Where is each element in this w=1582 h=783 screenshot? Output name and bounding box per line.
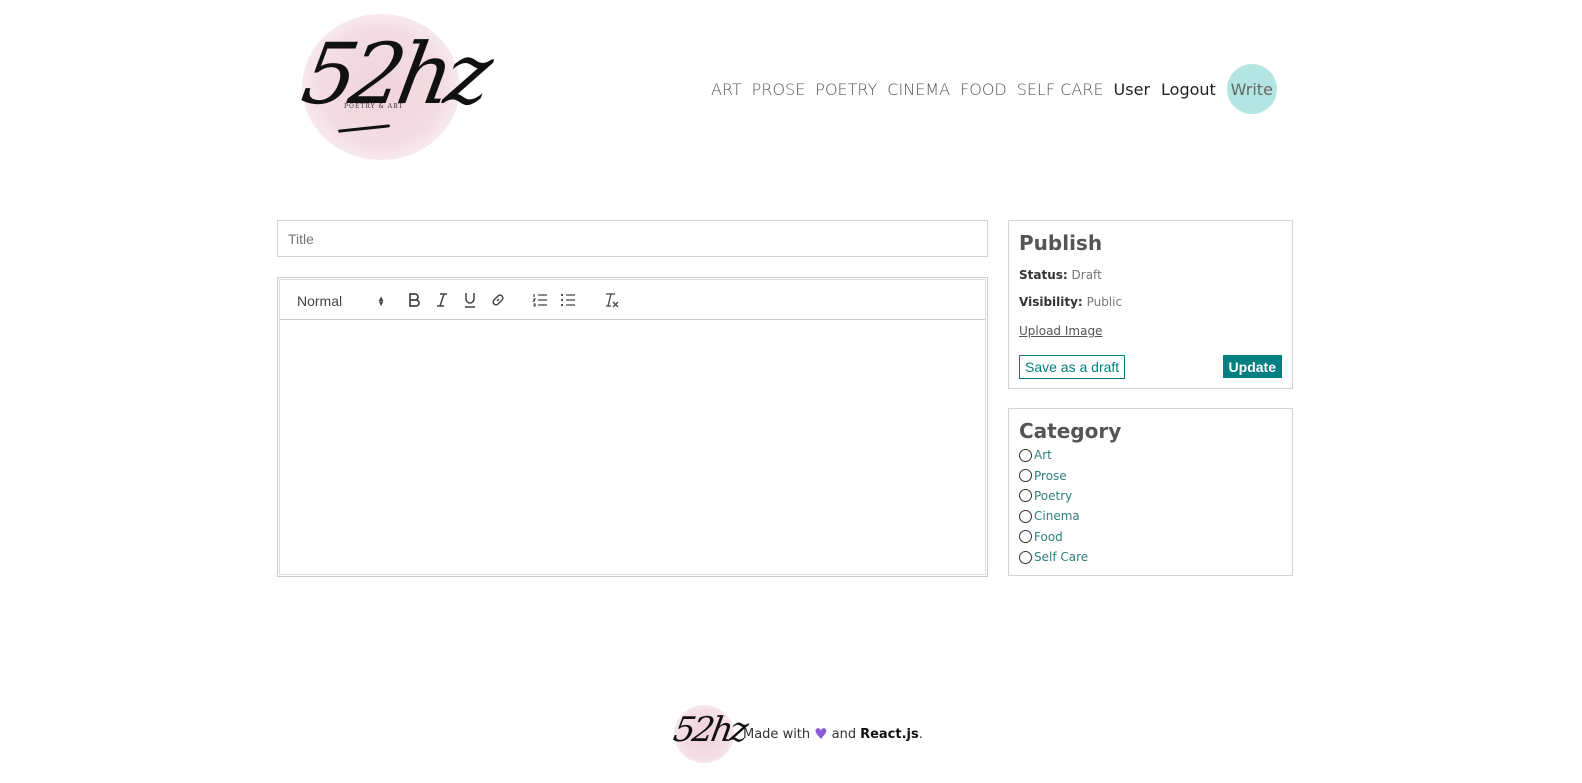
category-option-poetry[interactable]: Poetry bbox=[1019, 486, 1282, 506]
status-value: Draft bbox=[1071, 268, 1102, 282]
nav-item-poetry[interactable]: POETRY bbox=[815, 80, 877, 99]
clear-format-icon bbox=[606, 293, 619, 308]
nav-logout-link[interactable]: Logout bbox=[1161, 80, 1216, 99]
save-draft-button[interactable]: Save as a draft bbox=[1019, 355, 1126, 379]
category-radio[interactable] bbox=[1019, 550, 1032, 564]
category-panel: Category Art Prose Poetry Cinema Food Se… bbox=[1008, 408, 1293, 576]
status-label: Status: bbox=[1019, 268, 1068, 282]
underline-icon bbox=[465, 293, 475, 308]
visibility-label: Visibility: bbox=[1019, 295, 1083, 309]
bullet-list-button[interactable] bbox=[558, 290, 578, 310]
editor-content-area[interactable] bbox=[280, 321, 985, 574]
editor-toolbar: Normal ▲ ▼ bbox=[280, 280, 985, 320]
italic-button[interactable] bbox=[432, 290, 452, 310]
visibility-row: Visibility: Public bbox=[1019, 295, 1282, 309]
editor-frame: Normal ▲ ▼ bbox=[279, 279, 986, 575]
category-option-art[interactable]: Art bbox=[1019, 445, 1282, 465]
bullet-list-icon bbox=[560, 293, 575, 307]
site-footer: 52hz Made with ♥ and React.js. bbox=[670, 703, 923, 765]
rich-text-editor: Normal ▲ ▼ bbox=[277, 277, 988, 577]
category-radio[interactable] bbox=[1019, 489, 1032, 503]
heading-format-select[interactable]: Normal ▲ ▼ bbox=[297, 291, 385, 311]
bold-button[interactable] bbox=[404, 290, 424, 310]
clear-format-button[interactable] bbox=[601, 290, 621, 310]
category-option-label: Cinema bbox=[1034, 509, 1080, 524]
link-icon bbox=[492, 294, 504, 306]
nav-item-self-care[interactable]: SELF CARE bbox=[1017, 80, 1104, 99]
visibility-value: Public bbox=[1086, 295, 1123, 309]
title-input[interactable] bbox=[277, 220, 988, 257]
category-option-label: Self Care bbox=[1034, 550, 1089, 565]
heart-icon: ♥ bbox=[814, 725, 828, 743]
ordered-list-icon bbox=[532, 294, 547, 307]
category-option-label: Poetry bbox=[1034, 488, 1073, 503]
footer-logo: 52hz bbox=[670, 703, 749, 765]
footer-logo-mark: 52hz bbox=[670, 710, 749, 750]
footer-react: React.js bbox=[860, 726, 919, 742]
underline-button[interactable] bbox=[460, 290, 480, 310]
footer-period: . bbox=[918, 726, 923, 742]
category-option-cinema[interactable]: Cinema bbox=[1019, 506, 1282, 526]
top-nav: ART PROSE POETRY CINEMA FOOD SELF CARE U… bbox=[711, 64, 1277, 114]
bold-icon bbox=[409, 293, 420, 307]
nav-item-cinema[interactable]: CINEMA bbox=[887, 80, 950, 99]
category-option-label: Art bbox=[1034, 448, 1052, 463]
category-radio[interactable] bbox=[1019, 530, 1032, 544]
category-radio[interactable] bbox=[1019, 509, 1032, 523]
footer-credit: Made with ♥ and React.js. bbox=[743, 725, 923, 743]
select-arrows-icon: ▲ ▼ bbox=[377, 294, 385, 308]
ordered-list-button[interactable] bbox=[530, 290, 550, 310]
site-logo[interactable]: 52hz POETRY & ART bbox=[295, 10, 494, 160]
publish-panel: Publish Status: Draft Visibility: Public… bbox=[1008, 220, 1293, 389]
publish-heading: Publish bbox=[1019, 231, 1103, 255]
category-option-self-care[interactable]: Self Care bbox=[1019, 547, 1282, 567]
category-option-label: Prose bbox=[1034, 468, 1067, 483]
status-row: Status: Draft bbox=[1019, 268, 1282, 282]
nav-item-prose[interactable]: PROSE bbox=[752, 80, 806, 99]
italic-icon bbox=[437, 293, 447, 307]
publish-actions: Save as a draft Update bbox=[1019, 355, 1282, 379]
category-option-prose[interactable]: Prose bbox=[1019, 465, 1282, 485]
link-button[interactable] bbox=[488, 290, 508, 310]
nav-item-art[interactable]: ART bbox=[711, 80, 742, 99]
nav-user-link[interactable]: User bbox=[1114, 80, 1150, 99]
category-radio[interactable] bbox=[1019, 448, 1032, 462]
upload-image-link[interactable]: Upload Image bbox=[1019, 324, 1102, 338]
footer-and: and bbox=[831, 726, 857, 742]
category-option-label: Food bbox=[1034, 529, 1063, 544]
nav-item-food[interactable]: FOOD bbox=[960, 80, 1007, 99]
category-option-food[interactable]: Food bbox=[1019, 527, 1282, 547]
category-heading: Category bbox=[1019, 419, 1122, 443]
category-radio[interactable] bbox=[1019, 469, 1032, 483]
nav-write-button[interactable]: Write bbox=[1226, 64, 1277, 114]
heading-format-value: Normal bbox=[297, 293, 343, 309]
logo-subtitle: POETRY & ART bbox=[344, 103, 404, 110]
footer-made-with: Made with bbox=[743, 726, 811, 742]
update-button[interactable]: Update bbox=[1222, 355, 1282, 378]
